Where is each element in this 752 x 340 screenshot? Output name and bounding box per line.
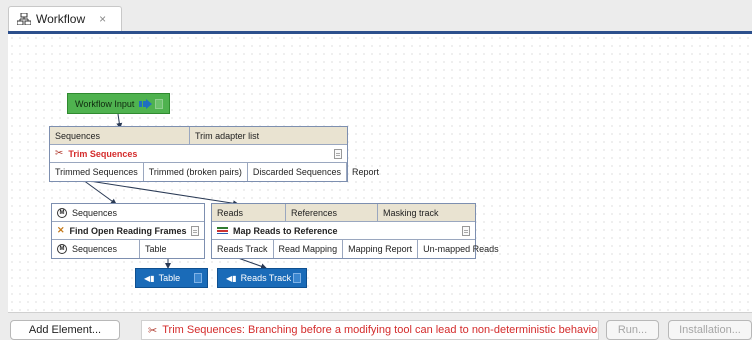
document-icon[interactable] bbox=[462, 225, 470, 236]
connector-trim-to-orf bbox=[82, 179, 117, 205]
orf-output-sequences: Sequences bbox=[72, 244, 118, 254]
trim-output-report[interactable]: Report bbox=[347, 163, 384, 181]
map-output-reads-track[interactable]: Reads Track bbox=[212, 240, 274, 258]
workflow-input-node[interactable]: Workflow Input bbox=[67, 93, 170, 114]
map-reads-node[interactable]: Reads References Masking track Map Reads… bbox=[211, 203, 499, 259]
workflow-input-label: Workflow Input bbox=[75, 98, 135, 109]
tab-bar: Workflow × bbox=[0, 0, 752, 31]
output-arrow-icon: ◀▮ bbox=[144, 273, 155, 283]
document-icon bbox=[293, 273, 301, 283]
tab-title: Workflow bbox=[36, 12, 86, 26]
connector-trim-to-map bbox=[82, 179, 239, 207]
trim-tool-icon: ✂ bbox=[55, 148, 64, 159]
add-element-button[interactable]: Add Element... bbox=[10, 320, 120, 340]
workflow-canvas[interactable]: Workflow Input Sequences Trim adapter li… bbox=[8, 34, 752, 313]
map-output-unmapped-reads[interactable]: Un-mapped Reads bbox=[418, 240, 504, 258]
orf-input-row: M Sequences bbox=[52, 204, 204, 222]
document-icon bbox=[194, 273, 202, 283]
orf-tool-icon: ✕ bbox=[57, 225, 65, 235]
find-orf-node[interactable]: M Sequences ✕ Find Open Reading Frames M… bbox=[51, 203, 205, 259]
metadata-icon: M bbox=[57, 207, 67, 218]
map-input-row: Reads References Masking track bbox=[212, 204, 475, 222]
input-arrow-icon bbox=[139, 98, 153, 109]
trim-output-broken-pairs[interactable]: Trimmed (broken pairs) bbox=[144, 163, 248, 181]
map-input-masking-track[interactable]: Masking track bbox=[378, 204, 475, 221]
metadata-icon: M bbox=[57, 244, 67, 254]
trim-input-sequences[interactable]: Sequences bbox=[50, 127, 190, 144]
trim-sequences-node[interactable]: Sequences Trim adapter list ✂ Trim Seque… bbox=[49, 126, 379, 182]
reads-track-output-node[interactable]: ◀▮ Reads Track bbox=[217, 268, 307, 288]
trim-input-row: Sequences Trim adapter list bbox=[50, 127, 347, 145]
validation-warning: ✂ Trim Sequences: Branching before a mod… bbox=[141, 320, 599, 340]
reads-track-output-label: Reads Track bbox=[240, 273, 292, 283]
orf-input-sequences: Sequences bbox=[72, 207, 118, 218]
map-output-read-mapping[interactable]: Read Mapping bbox=[274, 240, 344, 258]
installation-button[interactable]: Installation... bbox=[668, 320, 752, 340]
map-output-mapping-report[interactable]: Mapping Report bbox=[343, 240, 419, 258]
trim-output-trimmed[interactable]: Trimmed Sequences bbox=[50, 163, 144, 181]
map-tool-icon bbox=[217, 227, 228, 234]
trim-title-row: ✂ Trim Sequences bbox=[50, 145, 347, 163]
connector-map-to-readstrack bbox=[237, 257, 267, 270]
tab-close-icon[interactable]: × bbox=[99, 12, 106, 26]
warning-text: Trim Sequences: Branching before a modif… bbox=[162, 324, 599, 336]
trim-node-title: Trim Sequences bbox=[68, 148, 138, 159]
document-icon bbox=[155, 99, 163, 109]
map-node-title: Map Reads to Reference bbox=[233, 225, 338, 236]
output-arrow-icon: ◀▮ bbox=[226, 273, 237, 283]
orf-title-row: ✕ Find Open Reading Frames bbox=[52, 222, 204, 240]
table-output-label: Table bbox=[158, 273, 181, 283]
trim-input-adapter-list[interactable]: Trim adapter list bbox=[190, 127, 347, 144]
trim-tool-icon: ✂ bbox=[148, 324, 158, 337]
map-input-reads[interactable]: Reads bbox=[212, 204, 286, 221]
trim-output-discarded[interactable]: Discarded Sequences bbox=[248, 163, 347, 181]
document-icon[interactable] bbox=[191, 225, 199, 236]
map-input-references[interactable]: References bbox=[286, 204, 378, 221]
workflow-icon bbox=[17, 13, 31, 25]
orf-output-table[interactable]: Table bbox=[140, 240, 204, 258]
table-output-node[interactable]: ◀▮ Table bbox=[135, 268, 208, 288]
orf-output-row: M Sequences Table bbox=[52, 240, 204, 258]
trim-output-row: Trimmed Sequences Trimmed (broken pairs)… bbox=[50, 163, 379, 181]
orf-node-title: Find Open Reading Frames bbox=[69, 225, 187, 236]
map-output-row: Reads Track Read Mapping Mapping Report … bbox=[212, 240, 499, 258]
bottom-toolbar: Add Element... ✂ Trim Sequences: Branchi… bbox=[0, 313, 752, 340]
document-icon[interactable] bbox=[334, 148, 342, 159]
tab-workflow[interactable]: Workflow × bbox=[8, 6, 122, 31]
map-title-row: Map Reads to Reference bbox=[212, 222, 475, 240]
run-button[interactable]: Run... bbox=[606, 320, 659, 340]
